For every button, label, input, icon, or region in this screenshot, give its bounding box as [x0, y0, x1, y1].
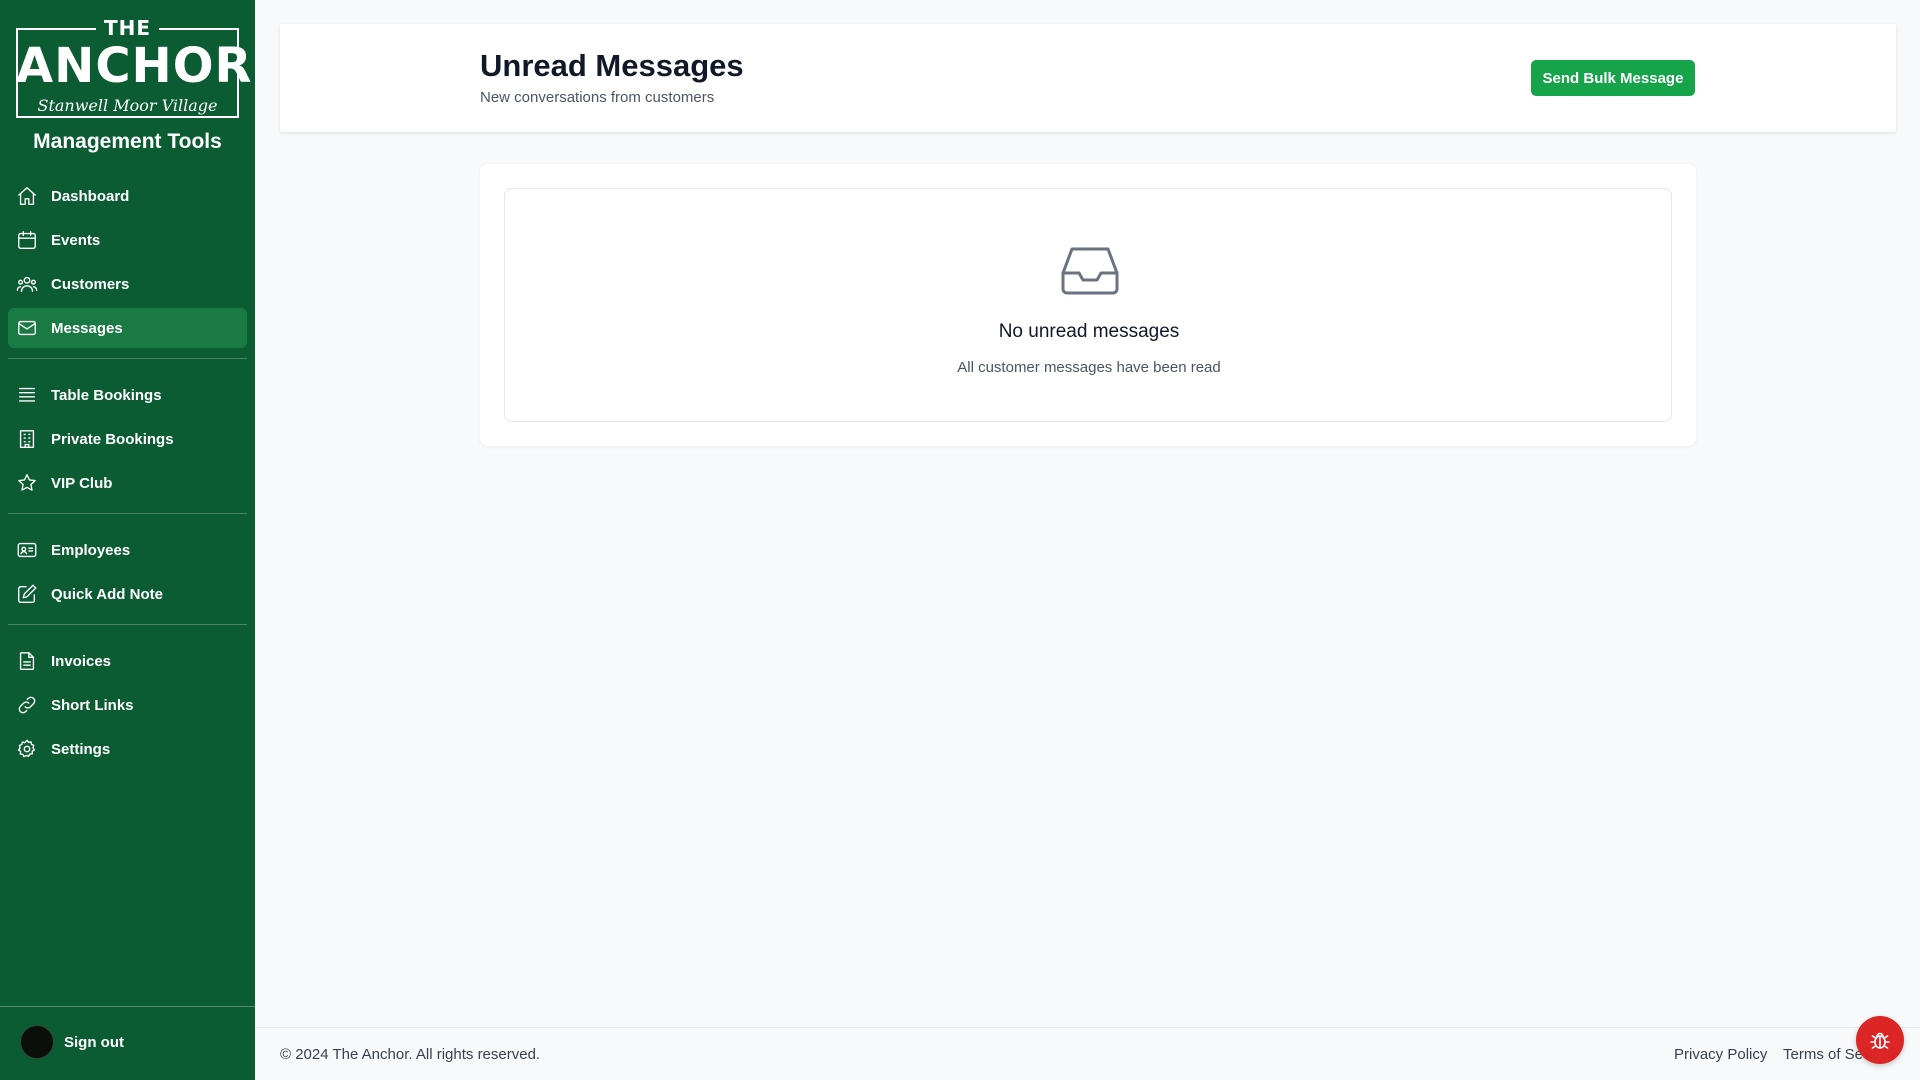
building-icon [19, 430, 35, 448]
sidebar-item-settings[interactable]: Settings [8, 729, 247, 769]
page-title: Unread Messages [480, 48, 744, 83]
send-bulk-message-button[interactable]: Send Bulk Message [1531, 60, 1695, 96]
sidebar: THE ANCHOR Stanwell Moor Village Managem… [0, 0, 255, 1080]
sidebar-item-customers[interactable]: Customers [8, 264, 247, 304]
id-card-icon [17, 542, 37, 558]
sidebar-item-label: Events [51, 231, 101, 249]
sidebar-item-invoices[interactable]: Invoices [8, 641, 247, 681]
empty-state-subtitle: All customer messages have been read [957, 359, 1221, 376]
inbox-icon [1061, 247, 1119, 295]
messages-card: No unread messages All customer messages… [480, 164, 1696, 446]
sidebar-item-label: Settings [51, 740, 111, 758]
logo-the-text: THE [95, 16, 160, 40]
sidebar-item-messages[interactable]: Messages [8, 308, 247, 348]
sidebar-item-label: Messages [51, 319, 123, 337]
envelope-icon [18, 320, 36, 336]
calendar-icon [18, 231, 36, 249]
sidebar-item-label: Table Bookings [51, 386, 162, 404]
terms-of-service-link[interactable]: Terms of Se [1783, 1046, 1863, 1063]
sidebar-item-events[interactable]: Events [8, 220, 247, 260]
sidebar-item-label: Employees [51, 541, 131, 559]
sidebar-item-table-bookings[interactable]: Table Bookings [8, 375, 247, 415]
sidebar-item-label: Dashboard [51, 187, 130, 205]
page-footer: © 2024 The Anchor. All rights reserved. … [255, 1027, 1920, 1080]
avatar [20, 1025, 54, 1059]
users-icon [16, 276, 38, 293]
sidebar-nav: Dashboard Events Customers Messages Tabl… [8, 176, 247, 773]
logo-anchor-text: ANCHOR [16, 38, 253, 94]
nav-divider [8, 624, 247, 625]
page-subtitle: New conversations from customers [480, 89, 715, 106]
nav-divider [8, 513, 247, 514]
sidebar-footer: Sign out [0, 1006, 255, 1080]
sidebar-item-vip-club[interactable]: VIP Club [8, 463, 247, 503]
sidebar-item-label: Invoices [51, 652, 112, 670]
sidebar-item-quick-add-note[interactable]: Quick Add Note [8, 574, 247, 614]
nav-divider [8, 358, 247, 359]
bug-icon [1870, 1032, 1890, 1049]
gear-icon [17, 739, 36, 758]
list-icon [18, 387, 36, 402]
sign-out-button[interactable]: Sign out [20, 1025, 124, 1059]
sidebar-item-label: Quick Add Note [51, 585, 163, 603]
sidebar-item-label: VIP Club [51, 474, 113, 492]
empty-state: No unread messages All customer messages… [504, 188, 1672, 422]
pencil-square-icon [18, 584, 37, 603]
sidebar-item-label: Private Bookings [51, 430, 174, 448]
sign-out-label: Sign out [64, 1033, 124, 1051]
home-icon [18, 187, 36, 205]
sidebar-item-label: Short Links [51, 696, 134, 714]
star-icon [18, 474, 36, 491]
sidebar-item-private-bookings[interactable]: Private Bookings [8, 419, 247, 459]
sidebar-title: Management Tools [33, 130, 222, 153]
page-header: Unread Messages New conversations from c… [280, 24, 1896, 132]
empty-state-title: No unread messages [998, 321, 1180, 342]
sidebar-item-dashboard[interactable]: Dashboard [8, 176, 247, 216]
link-icon [18, 696, 36, 714]
document-icon [19, 652, 35, 670]
copyright-text: © 2024 The Anchor. All rights reserved. [280, 1046, 541, 1063]
sidebar-item-employees[interactable]: Employees [8, 530, 247, 570]
sidebar-item-short-links[interactable]: Short Links [8, 685, 247, 725]
bug-report-button[interactable] [1856, 1016, 1904, 1064]
logo-script-text: Stanwell Moor Village [31, 96, 224, 115]
anchor-logo[interactable]: THE ANCHOR Stanwell Moor Village [16, 16, 253, 120]
privacy-policy-link[interactable]: Privacy Policy [1674, 1046, 1767, 1063]
sidebar-item-label: Customers [51, 275, 130, 293]
